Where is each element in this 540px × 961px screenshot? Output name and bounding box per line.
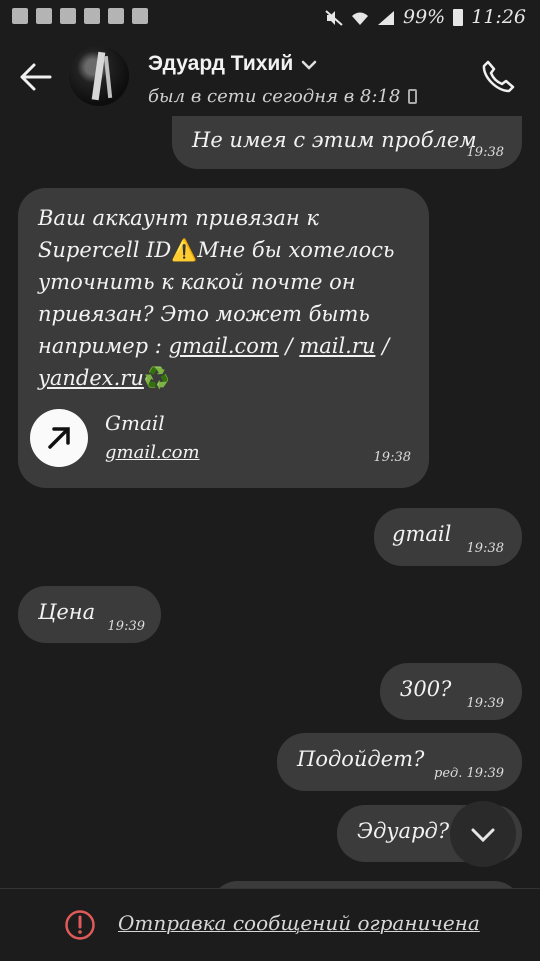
message-text: Цена (38, 600, 96, 624)
link-yandex[interactable]: yandex.ru (38, 366, 144, 390)
message-text: Не имея с этим проблем (192, 128, 477, 152)
message-text: 300? (400, 677, 452, 701)
message-text: Ваш аккаунт привязан к Supercell ID⚠️Мне… (38, 202, 409, 394)
arrow-up-right-icon (48, 427, 70, 449)
alert-circle-icon (64, 909, 96, 941)
scroll-to-bottom-button[interactable] (450, 801, 516, 867)
shopping-bag-icon (60, 8, 76, 24)
mobile-device-icon (408, 89, 418, 104)
message-time: 19:39 (466, 696, 504, 711)
signal-icon (377, 9, 395, 25)
warning-emoji-icon: ⚠️ (171, 238, 198, 262)
contact-name-row[interactable]: Эдуард Тихий (148, 52, 317, 76)
link-preview[interactable]: Gmail gmail.com (30, 409, 330, 467)
link-gmail[interactable]: gmail.com (169, 334, 279, 358)
notification-icons (12, 8, 148, 24)
gallery-notification-icon (12, 8, 28, 24)
link-preview-title: Gmail (105, 411, 165, 435)
restriction-text: Отправка сообщений ограничена (118, 911, 480, 935)
chat-header: Эдуард Тихий был в сети сегодня в 8:18 (0, 36, 540, 120)
battery-percent: 99% (403, 6, 446, 28)
chevron-down-icon (471, 828, 495, 843)
back-button[interactable] (18, 62, 52, 92)
message-text: Подойдет? (297, 747, 425, 771)
message-outgoing[interactable]: 300? 19:39 (380, 663, 522, 720)
clock: 11:26 (471, 6, 526, 28)
chevron-down-icon (301, 55, 317, 74)
phone-icon (482, 60, 515, 93)
recycle-emoji-icon: ♻️ (143, 366, 171, 390)
message-time: 19:39 (107, 619, 145, 634)
wifi-icon (351, 9, 369, 25)
last-seen-text: был в сети сегодня в 8:18 (148, 86, 401, 107)
call-button[interactable] (480, 58, 516, 94)
message-time: 19:38 (373, 450, 411, 465)
message-time: 19:38 (466, 145, 504, 160)
message-text: Эдуард? (357, 819, 450, 843)
link-mail-ru[interactable]: mail.ru (299, 334, 375, 358)
status-bar: 99% 11:26 (0, 0, 540, 36)
separator: / (278, 334, 300, 358)
message-outgoing[interactable]: gmail 19:38 (374, 508, 522, 566)
message-incoming[interactable]: Ваш аккаунт привязан к Supercell ID⚠️Мне… (18, 188, 429, 488)
restriction-banner: Отправка сообщений ограничена (0, 888, 540, 961)
message-incoming[interactable]: Цена 19:39 (18, 586, 161, 643)
message-time: 19:38 (466, 541, 504, 556)
message-time: ред. 19:39 (434, 766, 504, 781)
cleaner-icon (132, 8, 148, 24)
mute-icon (325, 9, 343, 26)
youtube-icon (84, 8, 100, 24)
avatar[interactable] (69, 46, 129, 106)
pause-icon (108, 8, 124, 24)
message-outgoing[interactable]: Подойдет? ред. 19:39 (277, 733, 522, 791)
skype-notification-icon (36, 8, 52, 24)
last-seen: был в сети сегодня в 8:18 (148, 86, 418, 107)
contact-name: Эдуард Тихий (148, 52, 294, 75)
arrow-left-icon (20, 63, 52, 91)
message-text: gmail (392, 522, 452, 546)
battery-icon (453, 8, 464, 26)
message-outgoing[interactable]: Не имея с этим проблем 19:38 (172, 116, 522, 169)
separator: / (375, 334, 390, 358)
link-preview-url: gmail.com (105, 442, 200, 463)
open-link-button[interactable] (30, 409, 88, 467)
